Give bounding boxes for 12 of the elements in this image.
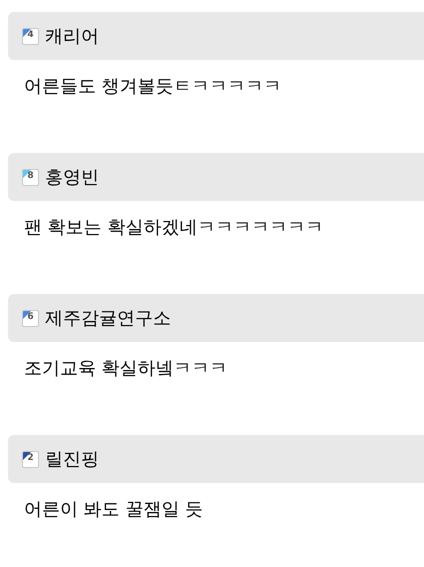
comment-text: 어른들도 챙겨볼듯ㅌㅋㅋㅋㅋㅋ (24, 76, 282, 97)
level-badge: 8 (22, 168, 39, 186)
comment-text: 조기교육 확실하넼ㅋㅋㅋ (24, 358, 228, 379)
author-name: 제주감귤연구소 (45, 306, 171, 330)
author-name: 홍영빈 (45, 166, 99, 190)
author-name: 릴진핑 (45, 448, 99, 472)
comment-text: 어른이 봐도 꿀잼일 듯 (24, 499, 204, 520)
author-name: 캐리어 (45, 24, 99, 48)
comment-text: 팬 확보는 확실하겠네ㅋㅋㅋㅋㅋㅋㅋ (24, 217, 324, 238)
level-badge: 4 (22, 28, 39, 44)
level-badge: 2 (22, 450, 39, 468)
level-badge: 6 (22, 310, 39, 326)
